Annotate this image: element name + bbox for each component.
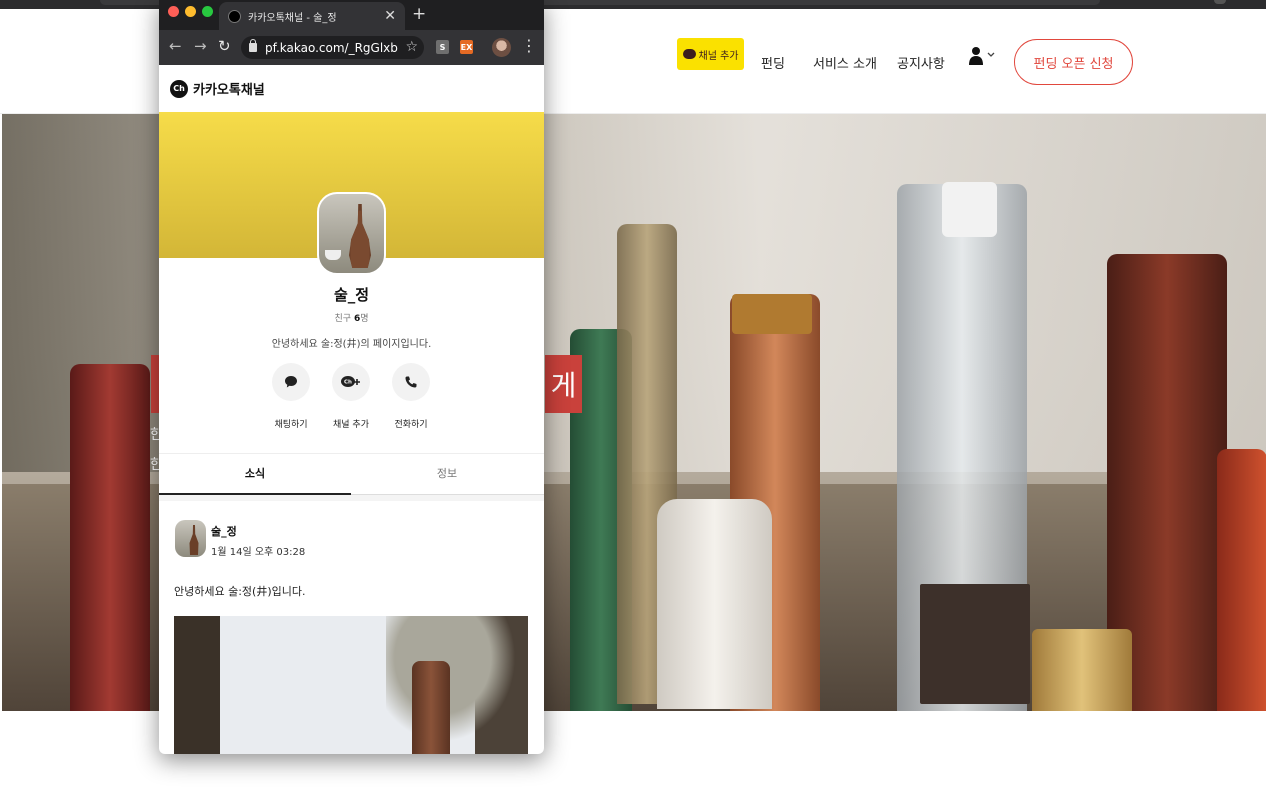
more-menu-icon[interactable]: ⋮ — [521, 36, 537, 55]
forward-arrow-icon[interactable]: → — [194, 37, 207, 55]
bottle-cap — [732, 294, 812, 334]
channel-add-icon: Ch — [341, 376, 360, 387]
hero-headline-char: 게 — [550, 369, 577, 402]
minimize-window-button[interactable] — [185, 6, 196, 17]
reload-icon[interactable]: ↻ — [218, 37, 231, 55]
hero-headline-box: 게 — [545, 355, 582, 413]
tab-favicon-icon — [228, 9, 241, 23]
section-divider — [159, 495, 544, 501]
bottle — [1217, 449, 1266, 711]
post-text: 안녕하세요 술:정(井)입니다. — [174, 585, 306, 598]
wrapped-bottle — [657, 499, 772, 709]
chevron-down-icon — [987, 52, 995, 57]
svg-text:Ch: Ch — [344, 380, 352, 386]
nav-channel-add-label: 채널 추가 — [698, 50, 739, 62]
channel-description: 안녕하세요 술:정(井)의 페이지입니다. — [271, 339, 432, 350]
close-window-button[interactable] — [168, 6, 179, 17]
tab-title: 카카오톡채널 - 술_정 — [248, 12, 337, 24]
post-timestamp: 1월 14일 오후 03:28 — [211, 547, 306, 558]
kakao-channel-icon — [682, 49, 696, 59]
close-tab-icon[interactable]: ✕ — [384, 8, 396, 24]
phone-icon — [405, 376, 417, 388]
screen: 채널 추가 펀딩 서비스 소개 공지사항 펀딩 오픈 신청 게 한 한 카카오톡… — [0, 0, 1266, 789]
friends-label: 친구 — [334, 314, 352, 324]
extension-s-icon[interactable]: S — [436, 40, 449, 54]
nav-link-notice[interactable]: 공지사항 — [897, 53, 945, 72]
popup-browser-window: 카카오톡채널 - 술_정 ✕ + ← → ↻ pf.kakao.com/_RgG… — [159, 0, 544, 754]
nav-link-funding[interactable]: 펀딩 — [761, 53, 785, 72]
browser-toolbar: ← → ↻ pf.kakao.com/_RgGlxb ☆ S EX ⋮ — [159, 30, 544, 65]
post-author-name[interactable]: 술_정 — [211, 523, 237, 539]
address-bar[interactable]: pf.kakao.com/_RgGlxb ☆ — [241, 36, 424, 59]
back-arrow-icon[interactable]: ← — [169, 37, 182, 55]
extension-ex-icon[interactable]: EX — [460, 40, 473, 54]
post-author-avatar[interactable] — [175, 520, 206, 557]
new-tab-button[interactable]: + — [412, 4, 426, 24]
post-image[interactable] — [174, 616, 528, 754]
browser-tab[interactable]: 카카오톡채널 - 술_정 ✕ — [219, 2, 405, 30]
call-button[interactable]: 전화하기 — [381, 363, 441, 430]
kakao-channel-header-title[interactable]: 카카오톡채널 — [193, 79, 265, 98]
bottle — [70, 364, 150, 711]
bottle-cap — [942, 182, 997, 237]
chat-bubble-icon — [285, 376, 297, 388]
channel-add-button-label: 채널 추가 — [333, 420, 369, 430]
browser-tab-bar: 카카오톡채널 - 술_정 ✕ + — [159, 0, 544, 30]
channel-friends-count: 친구 6명 — [159, 311, 544, 324]
user-menu[interactable] — [967, 45, 999, 67]
chat-button-label: 채팅하기 — [274, 420, 308, 430]
address-bar-url: pf.kakao.com/_RgGlxb — [265, 40, 398, 55]
profile-avatar[interactable] — [492, 38, 511, 57]
channel-add-button[interactable]: Ch 채널 추가 — [321, 363, 381, 430]
channel-tabs: 소식 정보 — [159, 453, 544, 495]
channel-profile-image[interactable] — [317, 192, 386, 275]
maximize-window-button[interactable] — [202, 6, 213, 17]
user-icon — [969, 47, 995, 65]
kakao-channel-logo-icon[interactable]: Ch — [170, 79, 188, 98]
bottle-label — [920, 584, 1030, 704]
chat-button[interactable]: 채팅하기 — [261, 363, 321, 430]
open-funding-button[interactable]: 펀딩 오픈 신청 — [1014, 39, 1133, 85]
tab-news[interactable]: 소식 — [159, 454, 351, 495]
tab-info[interactable]: 정보 — [351, 454, 543, 495]
nav-channel-add-button[interactable]: 채널 추가 — [677, 38, 744, 70]
nav-link-service-intro[interactable]: 서비스 소개 — [813, 53, 877, 72]
kakao-channel-header: Ch 카카오톡채널 — [159, 65, 544, 112]
call-button-label: 전화하기 — [394, 420, 428, 430]
bookmark-star-icon[interactable]: ☆ — [405, 39, 418, 55]
friends-unit: 명 — [360, 314, 369, 324]
channel-name: 술_정 — [333, 286, 370, 304]
lock-icon — [249, 39, 257, 52]
bottle-cap — [1032, 629, 1132, 711]
